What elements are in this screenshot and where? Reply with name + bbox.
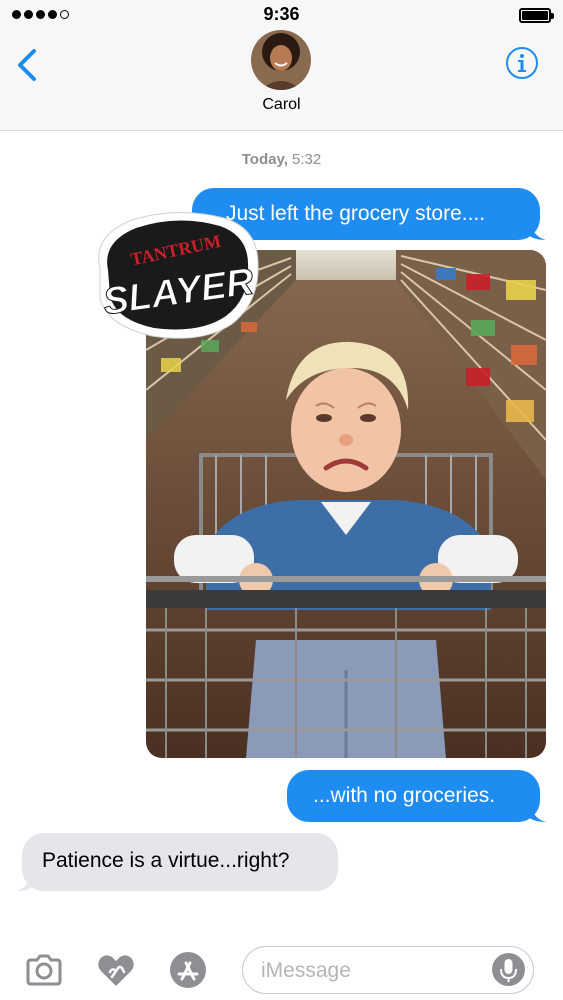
outgoing-message-bubble[interactable]: ...with no groceries. — [287, 770, 546, 822]
battery-fill — [522, 11, 548, 20]
message-text: Just left the grocery store.... — [226, 202, 486, 225]
info-icon — [506, 47, 538, 79]
incoming-message-bubble[interactable]: Patience is a virtue...right? — [16, 833, 338, 891]
message-text: ...with no groceries. — [313, 784, 496, 807]
digital-touch-button[interactable] — [96, 950, 136, 990]
info-button[interactable] — [505, 46, 539, 80]
timestamp-time: 5:32 — [292, 151, 322, 168]
chevron-left-icon — [18, 49, 36, 81]
bubble-tail — [530, 804, 546, 822]
camera-button[interactable] — [24, 950, 64, 990]
microphone-button[interactable] — [492, 953, 525, 986]
message-input[interactable] — [259, 947, 483, 994]
status-time: 9:36 — [263, 4, 300, 24]
contact-name[interactable]: Carol — [0, 96, 563, 114]
imessage-field[interactable] — [242, 946, 534, 994]
status-bar: 9:36 — [0, 0, 563, 32]
camera-icon — [26, 954, 62, 986]
message-text: Patience is a virtue...right? — [42, 849, 290, 872]
digital-touch-icon — [98, 955, 134, 986]
battery-icon — [519, 8, 554, 23]
bubble-tail — [16, 873, 32, 891]
back-button[interactable] — [14, 46, 44, 84]
app-store-icon — [170, 952, 206, 988]
app-store-button[interactable] — [168, 950, 208, 990]
contact-avatar[interactable] — [251, 30, 311, 90]
timestamp-day: Today, — [241, 151, 288, 168]
microphone-icon — [500, 959, 517, 982]
bubble-tail — [530, 222, 546, 240]
tantrum-slayer-sticker[interactable]: TANTRUM SLAYER — [92, 206, 262, 346]
thread-timestamp: Today, 5:32 — [0, 151, 563, 168]
